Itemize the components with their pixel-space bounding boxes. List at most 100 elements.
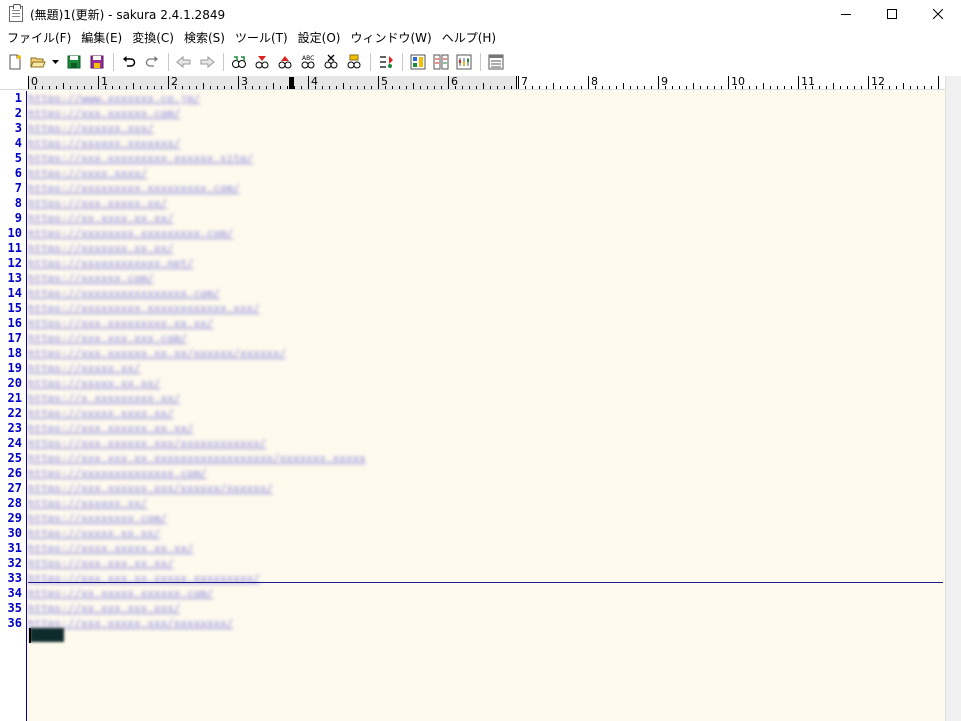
window-list-button[interactable] [485, 51, 507, 73]
menu-window[interactable]: ウィンドウ(W) [345, 28, 436, 48]
ruler-tick [448, 76, 449, 89]
url-link[interactable]: https://xxx.xxxxxxxxx.xxxxxx.site/ [28, 151, 253, 166]
line-number: 10 [7, 226, 22, 240]
url-link[interactable]: https://xxx.xxxxxx.xx.xx/ [28, 421, 194, 436]
ruler-tick [546, 86, 547, 89]
url-link[interactable]: https://xxxxxxxxx.xxxxxxxxxxxx.xxx/ [28, 301, 260, 316]
url-link[interactable]: https://xxxxxx.xx/ [28, 496, 147, 511]
menu-search[interactable]: 検索(S) [179, 28, 230, 48]
line-number: 15 [7, 301, 22, 315]
url-link[interactable]: https://xxxxx.xx.xx/ [28, 526, 160, 541]
close-button[interactable] [915, 0, 961, 28]
save-button[interactable] [63, 51, 85, 73]
url-link[interactable]: https://xxxx.xxxxx.xx.xx/ [28, 541, 194, 556]
toolbar-separator [223, 53, 224, 71]
url-link[interactable]: https://xxx.xxxxxx.com/ [28, 106, 180, 121]
back-button[interactable] [173, 51, 195, 73]
url-link[interactable]: https://xxxxxxx.xx.xx/ [28, 241, 174, 256]
ruler-tick [350, 86, 351, 89]
column-ruler[interactable]: 0 1 2 3 4 5 6 7 8 9 10 11 12 [0, 76, 945, 90]
ruler-tick [784, 86, 785, 89]
ruler-number: 10 [731, 76, 745, 88]
url-link[interactable]: https://xxxxxxxxxxxx.net/ [28, 256, 194, 271]
ruler-tick [917, 86, 918, 89]
maximize-button[interactable] [869, 0, 915, 28]
url-link[interactable]: https://xxxxxxxxxxxxxxxx.com/ [28, 286, 220, 301]
ruler-tick [441, 86, 442, 89]
ruler-tick [518, 76, 519, 89]
save-all-button[interactable] [86, 51, 108, 73]
forward-button[interactable] [196, 51, 218, 73]
url-link[interactable]: https://x.xxxxxxxxx.xx/ [28, 391, 180, 406]
url-link[interactable]: https://xxx.xxxxxx.xxx/xxxxxx/xxxxxx/ [28, 481, 273, 496]
url-link[interactable]: https://xxx.xxx.xx.xxxxxxxxxxxxxxxxxx/xx… [28, 451, 366, 466]
glasses-button[interactable] [343, 51, 365, 73]
url-link[interactable]: https://xxx.xxxxx.xx/ [28, 196, 167, 211]
url-link[interactable]: https://xxxxxxxx.xxxxxxxxx.com/ [28, 226, 233, 241]
ruler-tick [287, 86, 288, 89]
menu-convert[interactable]: 変換(C) [127, 28, 179, 48]
url-link[interactable]: https://xx.xxxx.xx.xx/ [28, 211, 174, 226]
replace-button[interactable]: ABC [297, 51, 319, 73]
ruler-tick [553, 83, 554, 89]
menu-edit[interactable]: 編集(E) [76, 28, 127, 48]
ruler-number: 7 [521, 76, 528, 88]
minimize-button[interactable] [823, 0, 869, 28]
line-number: 17 [7, 331, 22, 345]
url-link[interactable]: https://xxx.xxxxxx.xx.xx/xxxxxx/xxxxxx/ [28, 346, 286, 361]
ruler-tick [623, 83, 624, 89]
outline-button[interactable] [407, 51, 429, 73]
line-number: 20 [7, 376, 22, 390]
url-link[interactable]: https://xxx.xxxxxxxxx.xx.xx/ [28, 316, 213, 331]
search-next-icon [278, 56, 292, 69]
url-link[interactable]: https://xx.xxxxx.xxxxxx.com/ [28, 586, 213, 601]
open-dropdown-button[interactable] [50, 51, 60, 73]
ruler-tick [868, 76, 869, 89]
line-number: 35 [7, 601, 22, 615]
line-number: 29 [7, 511, 22, 525]
url-link[interactable]: https://www.xxxxxxx.co.jp/ [28, 91, 200, 106]
settings-button[interactable] [453, 51, 475, 73]
url-link[interactable]: https://xxxx.xxxx/ [28, 166, 147, 181]
url-link[interactable]: https://xxxxxxxxx.xxxxxxxxx.com/ [28, 181, 240, 196]
url-link[interactable]: https://xxx.xxx.xx.xxxxx.xxxxxxxxx/ [28, 571, 260, 586]
compare-button[interactable] [430, 51, 452, 73]
text-editor[interactable]: 1 https://www.xxxxxxx.co.jp/2 https://xxx.… [0, 91, 945, 721]
cut-search-button[interactable] [320, 51, 342, 73]
open-folder-button[interactable] [27, 51, 49, 73]
redo-button[interactable] [141, 51, 163, 73]
ruler-tick [273, 83, 274, 89]
url-link[interactable]: https://xx.xxx.xxx.xxx/ [28, 601, 180, 616]
save-all-icon [90, 55, 104, 69]
menu-file[interactable]: ファイル(F) [2, 28, 76, 48]
line-number: 9 [14, 211, 22, 225]
ruler-tick [679, 86, 680, 89]
url-link[interactable]: https://xxxxx.xx.xx/ [28, 376, 160, 391]
search-next-button[interactable] [274, 51, 296, 73]
url-link[interactable]: https://xxxxx.xx/ [28, 361, 141, 376]
line-number: 23 [7, 421, 22, 435]
menu-tools[interactable]: ツール(T) [230, 28, 293, 48]
url-link[interactable]: https://xxx.xxx.xx.xx/ [28, 556, 174, 571]
new-file-button[interactable] [4, 51, 26, 73]
url-link[interactable]: https://xxxxxxxxxxxxxx.com/ [28, 466, 207, 481]
url-link[interactable]: https://xxxxxxxx.com/ [28, 511, 167, 526]
undo-button[interactable] [118, 51, 140, 73]
ruler-tick [931, 86, 932, 89]
menu-help[interactable]: ヘルプ(H) [437, 28, 501, 48]
url-link[interactable]: https://xxxxxx.com/ [28, 271, 154, 286]
ruler-tick [616, 86, 617, 89]
url-link[interactable]: https://xxxxxx.xxxxxxx/ [28, 136, 180, 151]
menu-settings[interactable]: 設定(O) [293, 28, 346, 48]
search-prev-button[interactable] [251, 51, 273, 73]
url-link[interactable]: https://xxxxxx.xxx/ [28, 121, 154, 136]
search-button[interactable] [228, 51, 250, 73]
url-link[interactable]: https://xxx.xxx.xxx.com/ [28, 331, 187, 346]
ruler-tick [259, 86, 260, 89]
url-link[interactable]: https://xxxxx.xxxx.xx/ [28, 406, 174, 421]
vertical-scrollbar[interactable] [945, 76, 961, 721]
ruler-number: 0 [31, 76, 38, 88]
url-link[interactable]: https://xxx.xxxxxx.xxx/xxxxxxxxxxxx/ [28, 436, 266, 451]
grep-button[interactable] [375, 51, 397, 73]
ruler-tick [854, 86, 855, 89]
